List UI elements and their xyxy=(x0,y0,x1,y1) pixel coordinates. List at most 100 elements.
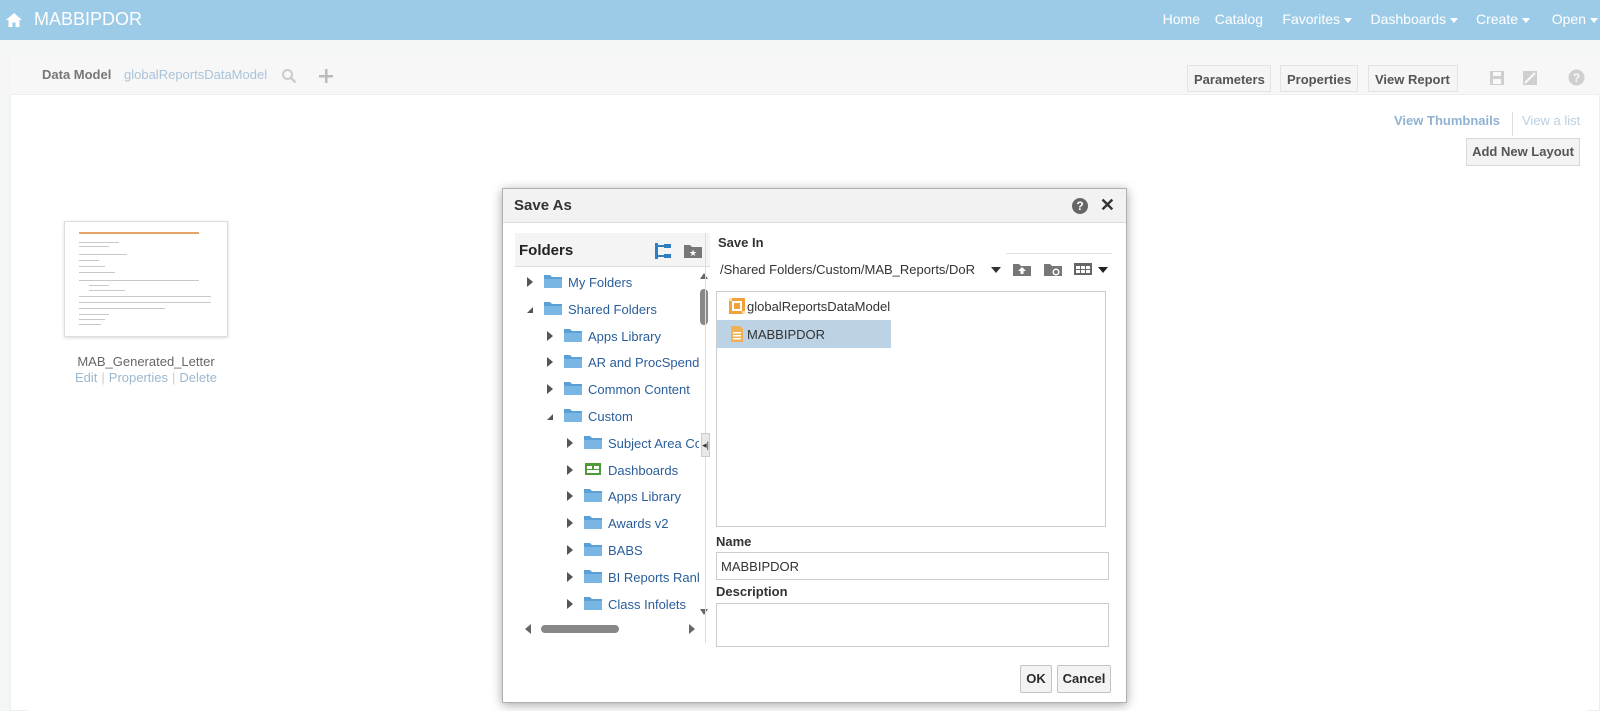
cancel-button[interactable]: Cancel xyxy=(1057,665,1111,693)
save-as-icon[interactable] xyxy=(1522,70,1538,86)
thumbnail-line xyxy=(79,308,165,309)
nav-dashboards-label: Dashboards xyxy=(1370,11,1447,27)
collapsed-triangle-icon[interactable] xyxy=(547,384,553,395)
tree-item[interactable]: BABS xyxy=(515,540,699,562)
properties-button[interactable]: Properties xyxy=(1280,65,1358,92)
tree-item[interactable]: My Folders xyxy=(515,272,699,294)
nav-favorites[interactable]: Favorites xyxy=(1282,11,1352,27)
chevron-down-icon xyxy=(991,267,1001,273)
search-icon[interactable] xyxy=(281,68,297,84)
data-model-label: Data Model xyxy=(42,67,112,82)
chevron-down-icon xyxy=(1344,17,1352,23)
new-folder-icon[interactable] xyxy=(1043,261,1063,277)
collapsed-triangle-icon[interactable] xyxy=(567,598,573,609)
tree-item[interactable]: Subject Area Contents xyxy=(515,433,699,455)
description-field[interactable] xyxy=(716,603,1109,647)
top-bar: MABBIPDOR Home Catalog Favorites Dashboa… xyxy=(0,0,1600,40)
ok-button[interactable]: OK xyxy=(1020,665,1052,693)
help-icon[interactable]: ? xyxy=(1568,69,1585,86)
name-field[interactable] xyxy=(716,552,1109,580)
collapse-pane-handle[interactable]: ◂| xyxy=(701,433,710,457)
view-options-icon[interactable] xyxy=(1073,262,1093,276)
add-new-layout-button[interactable]: Add New Layout xyxy=(1466,138,1580,166)
chevron-down-icon xyxy=(1450,17,1458,23)
tree-view-icon[interactable] xyxy=(654,242,672,260)
thumbnail-line xyxy=(89,285,109,286)
collapsed-triangle-icon[interactable] xyxy=(567,571,573,582)
view-report-button[interactable]: View Report xyxy=(1368,65,1458,92)
tree-item-label: Custom xyxy=(588,409,633,424)
chevron-down-icon[interactable] xyxy=(1098,267,1108,273)
tree-item[interactable]: Awards v2 xyxy=(515,513,699,535)
collapsed-triangle-icon[interactable] xyxy=(567,491,573,502)
tree-item[interactable]: AR and ProcSpend xyxy=(515,352,699,374)
folders-header: Folders ★ xyxy=(515,233,710,267)
layout-edit-link[interactable]: Edit xyxy=(75,370,97,385)
collapsed-triangle-icon[interactable] xyxy=(567,545,573,555)
layout-actions: Edit | Properties | Delete xyxy=(64,370,228,385)
nav-home[interactable]: Home xyxy=(1163,11,1200,27)
collapsed-triangle-icon[interactable] xyxy=(567,464,573,475)
tree-item[interactable]: Apps Library xyxy=(515,486,699,508)
up-folder-icon[interactable] xyxy=(1012,261,1032,277)
tree-item[interactable]: BI Reports Ranking xyxy=(515,567,699,589)
folder-icon xyxy=(584,435,602,449)
file-item-mabbipdor[interactable]: MABBIPDOR xyxy=(717,320,891,348)
nav-favorites-label: Favorites xyxy=(1282,11,1340,27)
tree-item[interactable]: Shared Folders xyxy=(515,299,699,321)
nav-create[interactable]: Create xyxy=(1476,11,1530,27)
tree-item-label: Shared Folders xyxy=(568,301,657,317)
layout-properties-link[interactable]: Properties xyxy=(109,370,168,385)
collapsed-triangle-icon[interactable] xyxy=(547,357,553,368)
thumbnail-line xyxy=(79,266,105,267)
folder-icon xyxy=(584,543,602,556)
close-icon[interactable]: ✕ xyxy=(1100,195,1115,215)
thumbnail-line xyxy=(89,290,125,291)
parameters-button[interactable]: Parameters xyxy=(1187,65,1271,92)
nav-dashboards[interactable]: Dashboards xyxy=(1370,11,1458,27)
collapsed-triangle-icon[interactable] xyxy=(527,277,533,287)
folder-tree: My Folders Shared Folders Apps Library AR a… xyxy=(515,267,699,617)
view-thumbnails-link[interactable]: View Thumbnails xyxy=(1394,113,1500,128)
dialog-header: Save As ? ✕ xyxy=(503,189,1126,223)
tree-item[interactable]: Common Content xyxy=(515,379,699,401)
thumbnail-line xyxy=(79,302,211,303)
file-name: globalReportsDataModel xyxy=(747,299,891,314)
data-model-link[interactable]: globalReportsDataModel xyxy=(124,67,267,82)
save-in-path-select[interactable]: /Shared Folders/Custom/MAB_Reports/DoR xyxy=(718,259,1005,281)
tree-item[interactable]: Apps Library xyxy=(515,326,699,348)
tree-item-label: Dashboards xyxy=(608,462,679,478)
thumbnail-line xyxy=(79,324,101,325)
help-icon[interactable]: ? xyxy=(1072,198,1088,214)
file-item-globalreportsdatamodel[interactable]: globalReportsDataModel xyxy=(717,292,891,320)
folder-icon xyxy=(584,596,602,610)
file-list: globalReportsDataModel MABBIPDOR xyxy=(716,291,1106,527)
nav-open-label: Open xyxy=(1551,11,1586,27)
layout-title: MAB_Generated_Letter xyxy=(77,354,215,369)
layout-thumbnail[interactable] xyxy=(64,221,228,337)
tree-horizontal-scrollbar[interactable] xyxy=(515,623,710,635)
thumbnail-title-line xyxy=(79,232,199,234)
tree-item[interactable]: Class Infolets xyxy=(515,594,699,616)
home-icon[interactable] xyxy=(4,10,24,30)
layout-delete-link[interactable]: Delete xyxy=(179,370,217,385)
expanded-triangle-icon[interactable] xyxy=(547,414,553,420)
view-list-link[interactable]: View a list xyxy=(1522,113,1580,128)
separator: | xyxy=(172,370,176,385)
collapsed-triangle-icon[interactable] xyxy=(567,518,573,529)
tree-item[interactable]: Dashboards xyxy=(515,460,699,482)
save-icon[interactable] xyxy=(1489,70,1505,86)
thumbnail-line xyxy=(79,246,109,247)
expanded-triangle-icon[interactable] xyxy=(527,306,533,313)
favorite-folder-icon[interactable]: ★ xyxy=(683,242,703,260)
collapsed-triangle-icon[interactable] xyxy=(567,437,573,448)
nav-open[interactable]: Open xyxy=(1552,11,1598,27)
tree-item-label: BI Reports Ranking xyxy=(608,569,699,585)
thumbnail-line xyxy=(79,272,115,273)
app-title: MABBIPDOR xyxy=(34,9,143,29)
tree-item-label: Class Infolets xyxy=(608,596,687,612)
tree-item[interactable]: Custom xyxy=(515,406,699,428)
nav-catalog[interactable]: Catalog xyxy=(1215,11,1263,27)
collapsed-triangle-icon[interactable] xyxy=(547,330,553,341)
add-icon[interactable] xyxy=(318,68,334,84)
